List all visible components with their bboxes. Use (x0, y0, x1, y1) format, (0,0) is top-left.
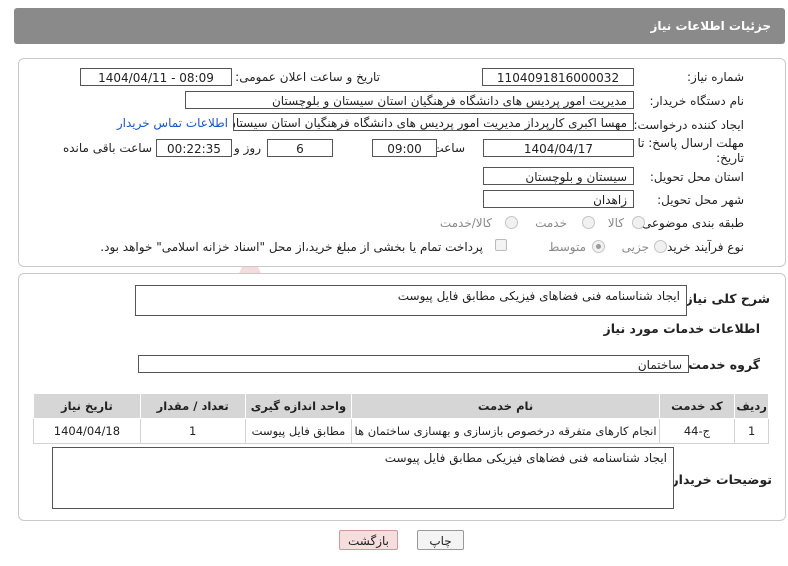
days-field: 6 (267, 139, 333, 157)
category-option-goods: کالا (607, 216, 624, 230)
service-group-field: ساختمان (138, 355, 689, 373)
deadline-time-field: 09:00 (372, 139, 437, 157)
category-radio-service[interactable] (582, 216, 595, 229)
col-header-service-name: نام خدمت (351, 393, 660, 419)
info-panel (18, 58, 786, 267)
requester-field: مهسا اکبری کارپرداز مدیریت امور پردیس ها… (233, 113, 634, 131)
category-label: طبقه بندی موضوعی: (637, 216, 744, 230)
col-header-row-number: ردیف (734, 393, 769, 419)
col-header-unit: واحد اندازه گیری (244, 393, 353, 419)
deadline-label: مهلت ارسال پاسخ: تا (637, 136, 744, 150)
process-option-minor: جزیی (621, 240, 649, 254)
city-field: زاهدان (483, 190, 634, 208)
deadline-date-field: 1404/04/17 (483, 139, 634, 157)
services-title: اطلاعات خدمات مورد نیاز (603, 321, 761, 336)
buyer-contact-link[interactable]: اطلاعات تماس خریدار (117, 116, 228, 130)
category-radio-goods-service[interactable] (505, 216, 518, 229)
cell-quantity: 1 (139, 418, 246, 444)
announce-label: تاریخ و ساعت اعلان عمومی: (235, 70, 380, 84)
process-radio-minor[interactable] (654, 240, 667, 253)
need-number-field: 1104091816000032 (482, 68, 634, 86)
service-group-label: گروه خدمت: (683, 357, 760, 372)
summary-textarea[interactable]: ایجاد شناسنامه فنی فضاهای فیزیکی مطابق ف… (135, 285, 687, 316)
process-radio-medium[interactable] (592, 240, 605, 253)
cell-unit: مطابق فایل پیوست (244, 418, 353, 444)
category-radio-goods[interactable] (632, 216, 645, 229)
page-title: جزئیات اطلاعات نیاز (650, 19, 771, 33)
buyer-org-field: مدیریت امور پردیس های دانشگاه فرهنگیان ا… (185, 91, 634, 109)
cell-row-number: 1 (734, 418, 769, 444)
category-option-goods-service: کالا/خدمت (439, 216, 492, 230)
print-button[interactable]: چاپ (417, 530, 464, 550)
cell-service-name: انجام کارهای متفرقه درخصوص بازسازی و بهس… (351, 418, 660, 444)
remaining-label: ساعت باقی مانده (62, 141, 152, 155)
time-label: ساعت (432, 141, 465, 155)
col-header-service-code: کد خدمت (658, 393, 736, 419)
province-label: استان محل تحویل: (649, 170, 744, 184)
payment-note: پرداخت تمام یا بخشی از مبلغ خرید،از محل … (100, 240, 483, 254)
page-header: جزئیات اطلاعات نیاز (14, 8, 785, 44)
summary-label: شرح کلی نیاز: (680, 291, 770, 306)
buyer-notes-label: توضیحات خریدار: (666, 472, 772, 487)
need-number-label: شماره نیاز: (687, 70, 744, 84)
deadline-label-date: تاریخ: (716, 151, 744, 165)
buyer-org-label: نام دستگاه خریدار: (649, 94, 745, 108)
buyer-notes-textarea[interactable]: ایجاد شناسنامه فنی فضاهای فیزیکی مطابق ف… (52, 447, 674, 509)
col-header-need-date: تاریخ نیاز (33, 393, 141, 419)
province-field: سیستان و بلوچستان (483, 167, 634, 185)
back-button[interactable]: بازگشت (339, 530, 398, 550)
col-header-quantity: تعداد / مقدار (139, 393, 246, 419)
city-label: شهر محل تحویل: (657, 193, 744, 207)
remaining-time-field: 00:22:35 (156, 139, 232, 157)
announce-field: 1404/04/11 - 08:09 (80, 68, 232, 86)
process-label: نوع فرآیند خرید : (659, 240, 744, 254)
days-label: روز و (234, 141, 261, 155)
services-table: ردیف کد خدمت نام خدمت واحد اندازه گیری ت… (33, 393, 769, 444)
process-option-medium: متوسط (548, 240, 586, 254)
requester-label: ایجاد کننده درخواست: (633, 118, 744, 132)
category-option-service: خدمت (535, 216, 567, 230)
cell-service-code: ج-44 (658, 418, 736, 444)
table-row: 1 ج-44 انجام کارهای متفرقه درخصوص بازساز… (33, 418, 769, 444)
table-header-row: ردیف کد خدمت نام خدمت واحد اندازه گیری ت… (33, 393, 769, 419)
treasury-checkbox[interactable] (495, 239, 507, 251)
cell-need-date: 1404/04/18 (33, 418, 141, 444)
